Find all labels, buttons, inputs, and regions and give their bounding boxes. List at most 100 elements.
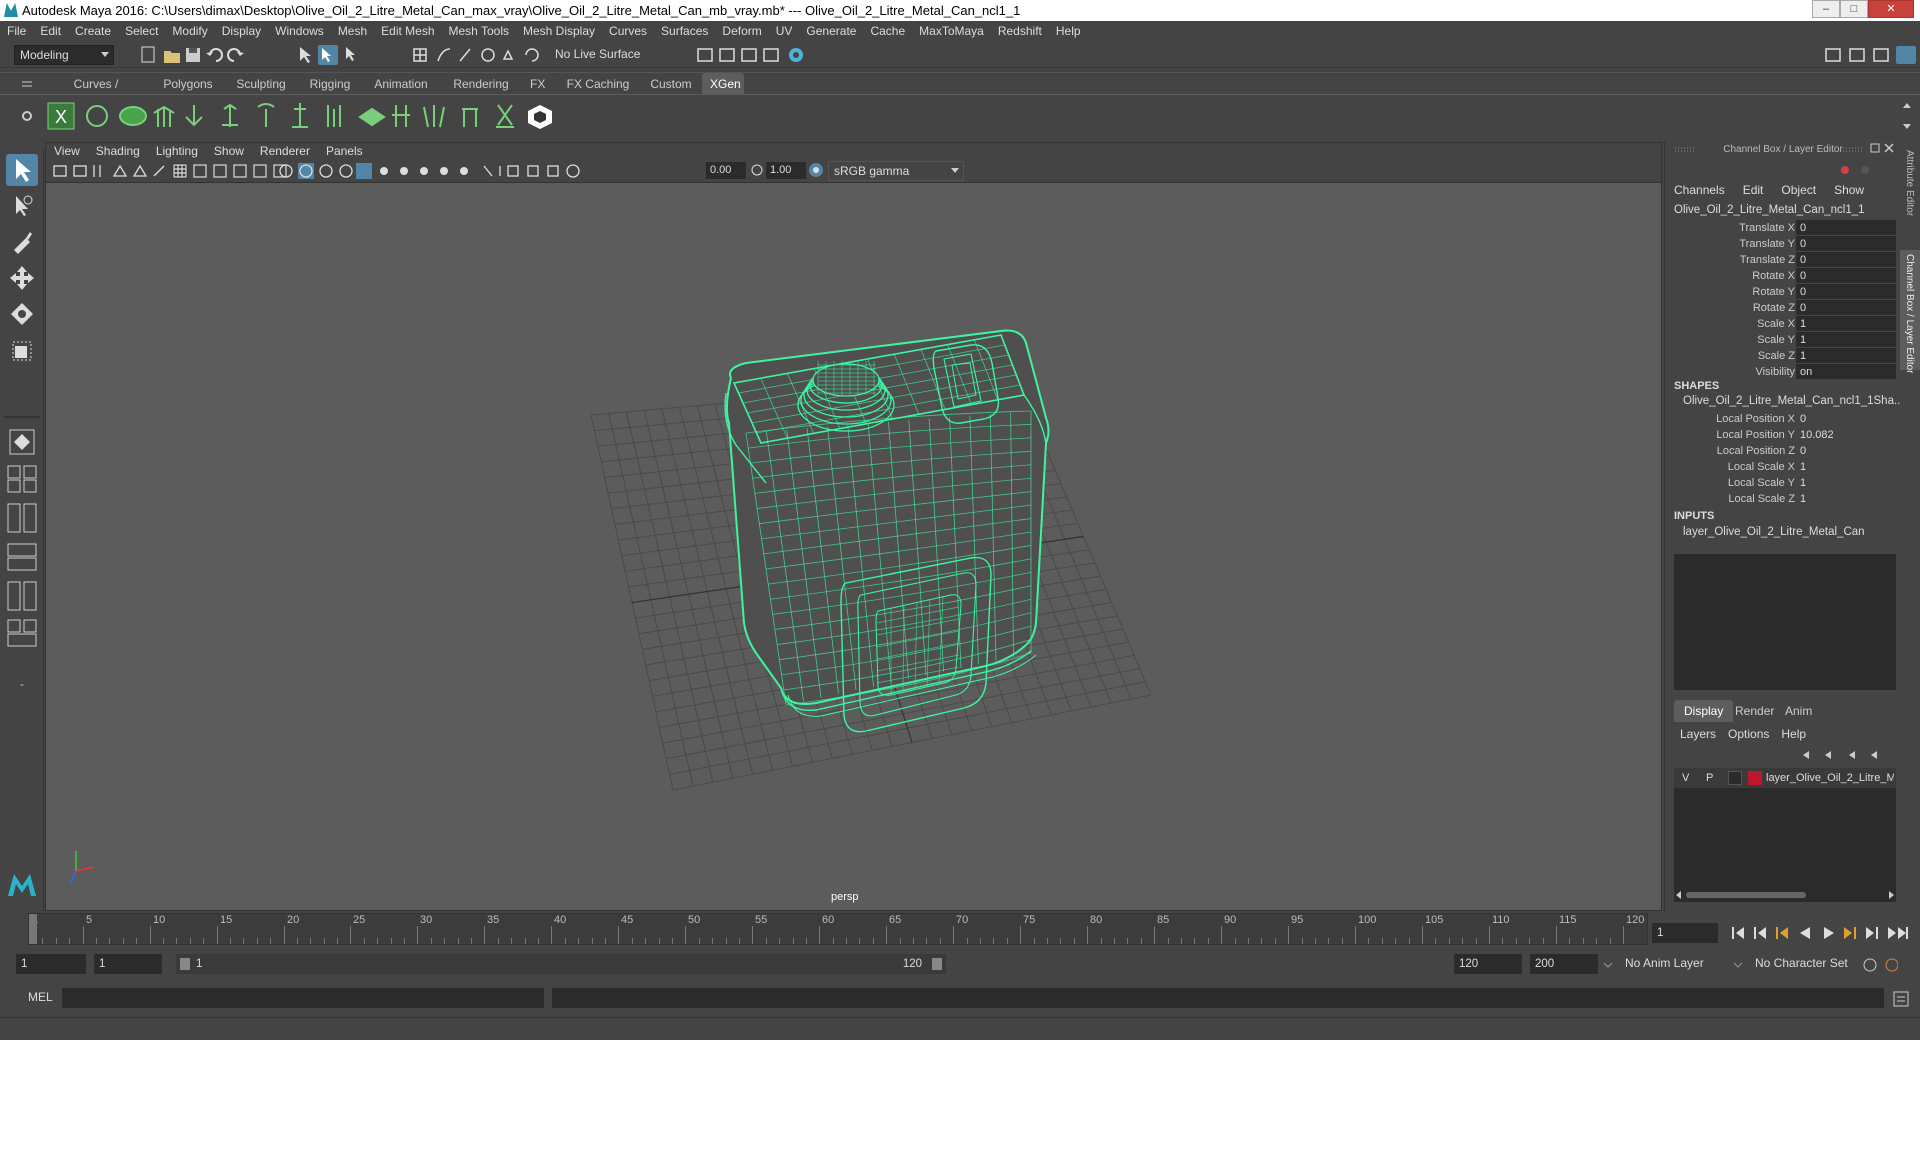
- shape-attr-row[interactable]: Local Position X 0: [1665, 411, 1901, 427]
- attr-value-field[interactable]: 1: [1796, 332, 1896, 347]
- snap-tools-icons[interactable]: [412, 45, 542, 65]
- playback-controls[interactable]: [1728, 923, 1918, 943]
- scale-tool-button[interactable]: [6, 334, 38, 366]
- range-end-handle[interactable]: [932, 958, 942, 970]
- layer-visibility-toggle[interactable]: V: [1682, 768, 1689, 788]
- shelf-tab-rendering[interactable]: Rendering: [440, 73, 522, 95]
- shelf-tab-polygons[interactable]: Polygons: [152, 73, 224, 95]
- shelf-tab-fx[interactable]: FX: [522, 73, 552, 95]
- shape-attr-row[interactable]: Local Scale X 1: [1665, 459, 1901, 475]
- menu-surfaces[interactable]: Surfaces: [654, 21, 715, 42]
- attr-value[interactable]: 0: [1800, 443, 1806, 459]
- playback-end-field[interactable]: 120: [1454, 954, 1522, 974]
- layer-type-box[interactable]: [1728, 771, 1742, 785]
- xgen-tool-icons[interactable]: X: [44, 99, 574, 135]
- attr-value[interactable]: 1: [1800, 475, 1806, 491]
- shelf-tab-curves-surfaces[interactable]: Curves / Surfaces: [42, 73, 150, 113]
- menu-maxtomaya[interactable]: MaxToMaya: [912, 21, 991, 42]
- minimize-button[interactable]: –: [1812, 0, 1840, 18]
- attr-value-field[interactable]: 1: [1796, 348, 1896, 363]
- current-time-marker[interactable]: [29, 914, 37, 944]
- menu-deform[interactable]: Deform: [715, 21, 768, 42]
- render-tools-icons[interactable]: [696, 45, 811, 65]
- attr-value-field[interactable]: 0: [1796, 300, 1896, 315]
- menu-help[interactable]: Help: [1049, 21, 1088, 42]
- shape-attr-row[interactable]: Local Position Z 0: [1665, 443, 1901, 459]
- current-frame-field[interactable]: 1: [1652, 923, 1718, 943]
- menu-modify[interactable]: Modify: [165, 21, 214, 42]
- layer-menu-layers[interactable]: Layers: [1674, 726, 1722, 742]
- wireframe-can[interactable]: [724, 329, 1050, 733]
- menu-mesh-display[interactable]: Mesh Display: [516, 21, 602, 42]
- menu-windows[interactable]: Windows: [268, 21, 331, 42]
- layer-menu-help[interactable]: Help: [1775, 726, 1812, 742]
- playback-start-field[interactable]: 1: [94, 954, 162, 974]
- layer-row[interactable]: V P layer_Olive_Oil_2_Litre_M: [1674, 768, 1896, 788]
- attr-value[interactable]: 1: [1800, 459, 1806, 475]
- paint-select-tool-button[interactable]: [6, 226, 38, 258]
- attribute-editor-tab[interactable]: Attribute Editor: [1904, 150, 1915, 216]
- attr-value-field[interactable]: 1: [1796, 316, 1896, 331]
- selection-mode-icons[interactable]: [296, 45, 366, 65]
- viewport-panel-icons[interactable]: [52, 162, 692, 180]
- menu-cache[interactable]: Cache: [863, 21, 912, 42]
- rotate-tool-button[interactable]: [6, 298, 38, 330]
- viewport-persp[interactable]: View Shading Lighting Show Renderer Panels: [45, 142, 1662, 911]
- layer-tools-icons[interactable]: [1795, 746, 1895, 764]
- menu-mesh[interactable]: Mesh: [331, 21, 374, 42]
- channel-attr-row[interactable]: Visibility on: [1665, 364, 1901, 380]
- shape-attr-row[interactable]: Local Scale Y 1: [1665, 475, 1901, 491]
- end-time-field[interactable]: 200: [1530, 954, 1598, 974]
- move-tool-button[interactable]: [6, 262, 38, 294]
- viewport-menu-show[interactable]: Show: [206, 143, 252, 159]
- menu-redshift[interactable]: Redshift: [991, 21, 1049, 42]
- shape-attr-row[interactable]: Local Position Y 10.082: [1665, 427, 1901, 443]
- menu-mesh-tools[interactable]: Mesh Tools: [442, 21, 516, 42]
- shelf-scroll[interactable]: [1902, 99, 1912, 135]
- script-editor-icon[interactable]: [1892, 990, 1910, 1008]
- menu-edit[interactable]: Edit: [33, 21, 68, 42]
- start-time-field[interactable]: 1: [16, 954, 86, 974]
- menu-uv[interactable]: UV: [769, 21, 800, 42]
- channel-menu-object[interactable]: Object: [1772, 182, 1825, 198]
- layout-presets-icons[interactable]: -: [6, 464, 38, 764]
- color-management-icon[interactable]: [808, 162, 824, 178]
- channel-menu-channels[interactable]: Channels: [1665, 182, 1734, 198]
- command-input[interactable]: [62, 988, 544, 1008]
- shelf-menu-icon[interactable]: [20, 77, 34, 91]
- live-surface-field[interactable]: No Live Surface: [550, 45, 654, 65]
- layer-list-scrollbar[interactable]: [1676, 890, 1894, 900]
- gamma-field[interactable]: 1.00: [766, 162, 806, 179]
- shape-attr-row[interactable]: Local Scale Z 1: [1665, 491, 1901, 507]
- range-extra-icons[interactable]: [1598, 957, 1898, 973]
- layer-name[interactable]: layer_Olive_Oil_2_Litre_M: [1766, 768, 1894, 788]
- shelf-settings-icon[interactable]: [20, 109, 34, 123]
- input-name[interactable]: layer_Olive_Oil_2_Litre_Metal_Can: [1683, 526, 1865, 538]
- layer-playback-toggle[interactable]: P: [1706, 768, 1713, 788]
- shelf-tab-sculpting[interactable]: Sculpting: [226, 73, 296, 95]
- attr-value-field[interactable]: 0: [1796, 220, 1896, 235]
- script-language-label[interactable]: MEL: [28, 990, 53, 1004]
- layer-tab-anim[interactable]: Anim: [1775, 700, 1822, 722]
- menu-generate[interactable]: Generate: [799, 21, 863, 42]
- channel-box-tab[interactable]: Channel Box / Layer Editor: [1904, 254, 1915, 374]
- range-start-handle[interactable]: [180, 958, 190, 970]
- channel-menu-edit[interactable]: Edit: [1734, 182, 1773, 198]
- channel-attr-row[interactable]: Rotate Y0: [1665, 284, 1901, 300]
- channel-menu-show[interactable]: Show: [1825, 182, 1873, 198]
- layer-menu-options[interactable]: Options: [1722, 726, 1775, 742]
- channel-attr-row[interactable]: Translate Z0: [1665, 252, 1901, 268]
- attr-value[interactable]: 1: [1800, 491, 1806, 507]
- channel-attr-row[interactable]: Translate Y0: [1665, 236, 1901, 252]
- viewport-menu-renderer[interactable]: Renderer: [252, 143, 318, 159]
- attr-value[interactable]: 0: [1800, 411, 1806, 427]
- viewport-menu-panels[interactable]: Panels: [318, 143, 371, 159]
- viewport-menu-shading[interactable]: Shading: [88, 143, 148, 159]
- channel-box-header-icons[interactable]: [1665, 142, 1901, 182]
- channel-attr-row[interactable]: Rotate X0: [1665, 268, 1901, 284]
- viewport-menu-view[interactable]: View: [46, 143, 88, 159]
- menu-edit-mesh[interactable]: Edit Mesh: [374, 21, 441, 42]
- mode-selector[interactable]: Modeling: [14, 45, 114, 65]
- viewport-menu-lighting[interactable]: Lighting: [148, 143, 206, 159]
- shelf-tab-xgen[interactable]: XGen: [702, 73, 744, 95]
